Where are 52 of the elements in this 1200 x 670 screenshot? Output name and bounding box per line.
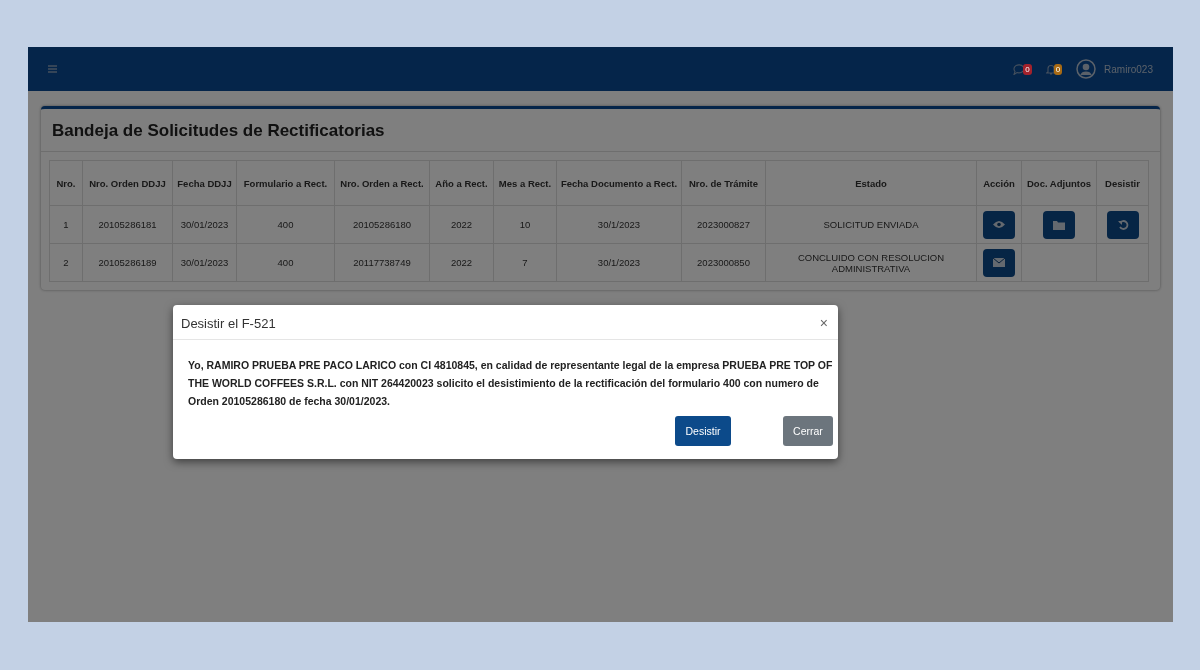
table-cell: 30/01/2023 bbox=[172, 243, 237, 282]
eye-icon bbox=[993, 220, 1005, 229]
cancel-button[interactable]: Cerrar bbox=[783, 416, 833, 446]
folder-icon bbox=[1053, 219, 1065, 230]
table-cell: 30/1/2023 bbox=[556, 205, 682, 244]
column-header: Año a Rect. bbox=[429, 160, 494, 206]
table-cell: 30/1/2023 bbox=[556, 243, 682, 282]
confirm-button[interactable]: Desistir bbox=[675, 416, 731, 446]
column-header: Desistir bbox=[1096, 160, 1149, 206]
table-cell: 10 bbox=[493, 205, 557, 244]
notification-badge: 0 bbox=[1053, 63, 1063, 75]
table-cell: 2022 bbox=[429, 243, 494, 282]
table-cell: 2022 bbox=[429, 205, 494, 244]
table-cell: 7 bbox=[493, 243, 557, 282]
mail-icon bbox=[993, 258, 1005, 267]
table-cell: 20105286180 bbox=[334, 205, 430, 244]
table-cell: 2023000850 bbox=[681, 243, 766, 282]
dialog-title: Desistir el F-521 bbox=[181, 315, 276, 331]
table-cell: 20105286189 bbox=[82, 243, 173, 282]
column-header: Mes a Rect. bbox=[493, 160, 557, 206]
table-cell: 2 bbox=[49, 243, 83, 282]
user-avatar-icon[interactable] bbox=[1076, 59, 1097, 79]
column-header: Fecha DDJJ bbox=[172, 160, 237, 206]
column-header: Nro. bbox=[49, 160, 83, 206]
notification-badge: 0 bbox=[1023, 63, 1032, 75]
table-cell: 400 bbox=[236, 243, 335, 282]
table-cell: 2023000827 bbox=[681, 205, 766, 244]
column-header: Fecha Documento a Rect. bbox=[556, 160, 682, 206]
withdraw-button[interactable] bbox=[1106, 210, 1139, 239]
column-header: Acción bbox=[976, 160, 1022, 206]
table-cell: 20105286181 bbox=[82, 205, 173, 244]
bell-icon[interactable] bbox=[1045, 63, 1056, 75]
column-header: Doc. Adjuntos bbox=[1021, 160, 1097, 206]
table-cell: SOLICITUD ENVIADA bbox=[765, 205, 977, 244]
table-cell: 400 bbox=[236, 205, 335, 244]
table-cell: CONCLUIDO CON RESOLUCION ADMINISTRATIVA bbox=[765, 243, 977, 282]
page-title: Bandeja de Solicitudes de Rectificatorias bbox=[41, 109, 1160, 152]
column-header: Nro. Orden a Rect. bbox=[334, 160, 430, 206]
dialog-message: Yo, RAMIRO PRUEBA PRE PACO LARICO con CI 4810845, en calidad de representante legal de la empresa PRUEBA PRE TOP OF THE WORLD COFFEES S.R.L. con NIT 264420023 solicito el desistimiento de la rectificación del formulario 400 con numero de Orden 20105286180 de fecha 30/01/2023. bbox=[188, 358, 833, 409]
column-header: Nro. Orden DDJJ bbox=[82, 160, 173, 206]
column-header: Nro. de Trámite bbox=[681, 160, 766, 206]
chat-icon[interactable] bbox=[1013, 63, 1026, 75]
table-cell: 1 bbox=[49, 205, 83, 244]
column-header: Estado bbox=[765, 160, 977, 206]
table-cell: 20117738749 bbox=[334, 243, 430, 282]
table-cell: 30/01/2023 bbox=[172, 205, 237, 244]
column-header: Formulario a Rect. bbox=[236, 160, 335, 206]
close-button[interactable]: × bbox=[819, 315, 828, 331]
attachments-button[interactable] bbox=[1043, 210, 1075, 239]
undo-icon bbox=[1116, 218, 1129, 231]
action-button[interactable] bbox=[983, 248, 1015, 277]
action-button[interactable] bbox=[983, 210, 1015, 239]
